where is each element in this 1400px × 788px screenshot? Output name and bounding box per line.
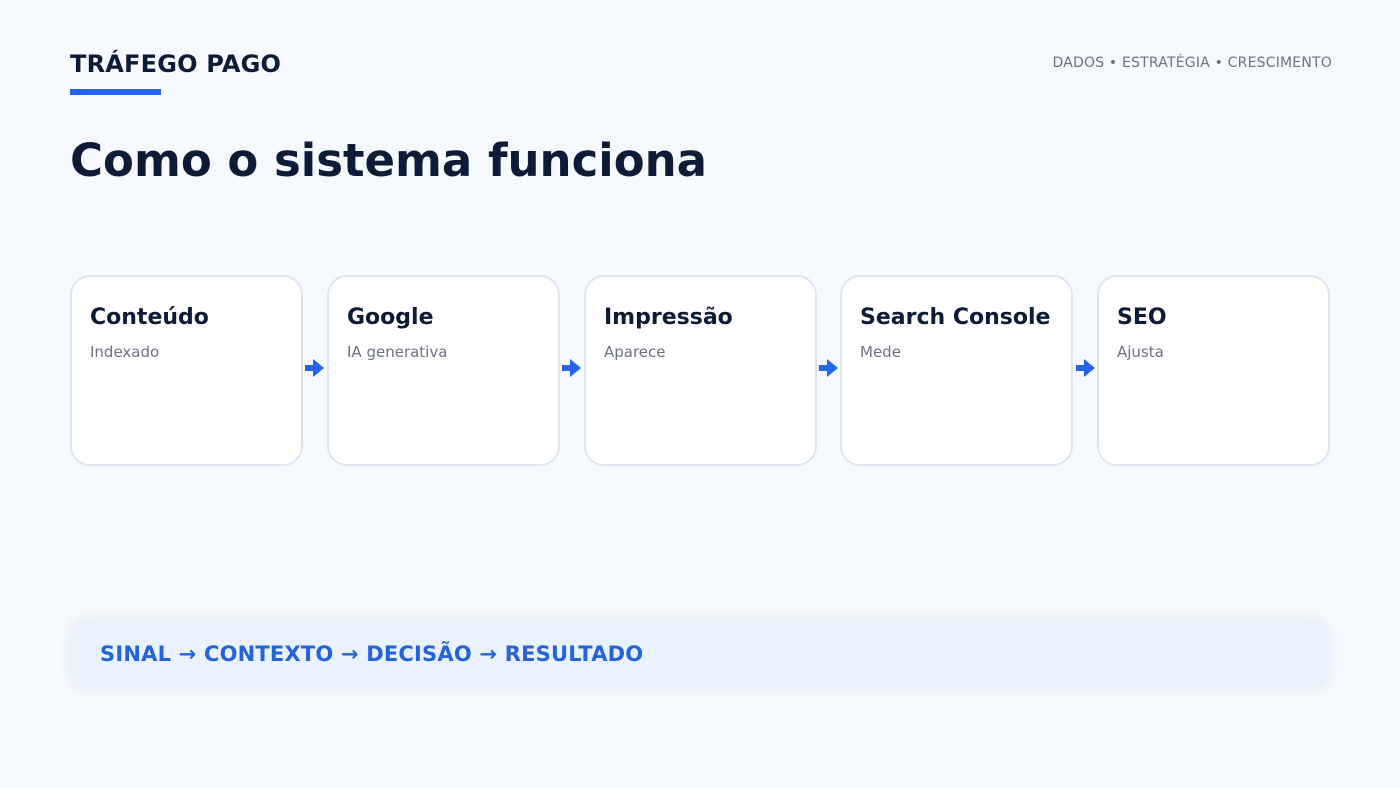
step-title: Conteúdo (90, 305, 209, 330)
step-subtitle: Ajusta (1117, 343, 1164, 361)
step-subtitle: Mede (860, 343, 901, 361)
step-card-google: Google IA generativa (327, 275, 560, 466)
step-card-seo: SEO Ajusta (1097, 275, 1330, 466)
page-title: Como o sistema funciona (70, 134, 708, 187)
step-card-conteudo: Conteúdo Indexado (70, 275, 303, 466)
arrow-right-icon (819, 359, 838, 377)
slide: TRÁFEGO PAGO DADOS • ESTRATÉGIA • CRESCI… (0, 0, 1400, 788)
step-subtitle: Indexado (90, 343, 160, 361)
flow-steps: Conteúdo Indexado Google IA generativa I… (70, 275, 1332, 466)
step-card-impressao: Impressão Aparece (584, 275, 817, 466)
header-tagline: DADOS • ESTRATÉGIA • CRESCIMENTO (1052, 55, 1332, 71)
brand-underline (70, 89, 161, 95)
step-title: Google (347, 305, 434, 330)
arrow-right-icon (305, 359, 324, 377)
arrow-right-icon (562, 359, 581, 377)
summary-banner-text: SINAL → CONTEXTO → DECISÃO → RESULTADO (100, 642, 644, 666)
arrow-right-icon (1076, 359, 1095, 377)
step-title: Search Console (860, 305, 1051, 330)
step-subtitle: IA generativa (347, 343, 448, 361)
step-title: SEO (1117, 305, 1167, 330)
step-title: Impressão (604, 305, 733, 330)
summary-banner: SINAL → CONTEXTO → DECISÃO → RESULTADO (70, 620, 1329, 688)
step-card-search-console: Search Console Mede (840, 275, 1073, 466)
brand-title: TRÁFEGO PAGO (70, 50, 282, 78)
step-subtitle: Aparece (604, 343, 666, 361)
